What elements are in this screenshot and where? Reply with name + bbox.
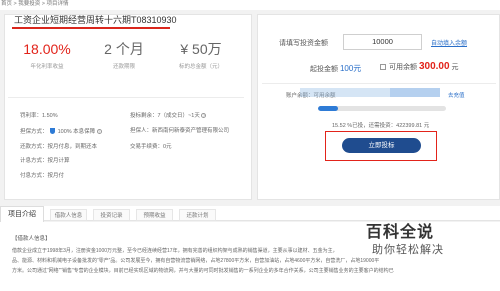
info-guarantee-value: 100% 本息保障	[57, 129, 96, 135]
watermark-subtitle: 助你轻松解决	[372, 244, 444, 256]
stat-total: ¥ 50万 标的总金额（元）	[166, 41, 236, 70]
recharge-link[interactable]: 去充值	[448, 91, 465, 99]
shield-icon	[50, 128, 56, 134]
stat-term-label: 还款期限	[112, 64, 135, 70]
info-guarantor: 担保人：新西南何新泰资产管理有限公司	[130, 128, 230, 134]
section-title: 【借款人信息】	[12, 236, 51, 242]
tab-expected-return[interactable]: 预期收益	[136, 209, 173, 221]
min-invest-label: 起投金额	[310, 66, 338, 73]
invest-progress-fill	[318, 106, 338, 111]
stat-rate-label: 年化利率收益	[30, 64, 64, 70]
info-time-left: 投标剩余：7（成交日）~1天 ?	[130, 113, 207, 120]
info-divider	[8, 97, 244, 98]
balance-label: 可用余额	[389, 64, 417, 71]
breadcrumb: 首页 > 我要投资 > 项目详情	[0, 0, 500, 10]
stat-term-value: 2 个月	[104, 41, 144, 57]
balance-value: 300.00	[418, 61, 450, 72]
title-highlight-underline	[12, 27, 170, 29]
loan-title: 工资企业短期经营周转十六期T08310930	[14, 15, 177, 25]
balance-unit: 元	[451, 64, 459, 71]
stat-rate-value: 18.00%	[23, 41, 71, 57]
info-guarantee-label: 担保方式：	[20, 129, 48, 135]
tab-repay-plan[interactable]: 还款计划	[179, 209, 216, 221]
content-line: 方米。公司通过“网络”“销售”专营的企业模块，目前已经实现区域的物流网，并与大量…	[12, 268, 394, 274]
info-guarantee: 担保方式： 100% 本息保障 ?	[20, 128, 102, 136]
tab-borrower-info[interactable]: 借款人信息	[50, 209, 87, 221]
stat-total-label: 标的总金额（元）	[178, 64, 223, 70]
min-invest-value: 100元	[339, 64, 362, 73]
info-time-left-text: 投标剩余：7（成交日）~1天	[130, 113, 200, 119]
progress-text: 15.52 %已投，还需投资：422399.81 元	[332, 123, 430, 129]
watermark-title: 百科全说	[366, 224, 435, 241]
tab-invest-records[interactable]: 投资记录	[93, 209, 130, 221]
content-line: 品、能源、材料和机械电子设备批发的“零产”品。公司发展至今，拥有自营物流营销网络…	[12, 258, 380, 264]
min-invest: 起投金额 100元	[310, 63, 361, 74]
help-icon[interactable]: ?	[201, 113, 207, 118]
help-icon[interactable]: ?	[96, 129, 102, 134]
amount-input[interactable]: 10000	[343, 34, 422, 50]
info-penalty: 罚利率：1.50%	[20, 113, 58, 119]
tab-project-intro[interactable]: 项目介绍	[0, 206, 44, 222]
amount-label: 请填写投资金额	[279, 40, 328, 47]
invest-now-button[interactable]: 立即投标	[342, 138, 421, 153]
auto-fill-link[interactable]: 自动填入余额	[431, 38, 467, 47]
invest-divider	[262, 83, 496, 84]
stat-total-value: ¥ 50万	[180, 41, 222, 57]
info-pay: 付息方式：按月付	[20, 173, 65, 179]
redaction-mask	[300, 88, 390, 97]
redaction-mask	[390, 88, 440, 97]
stat-rate: 18.00% 年化利率收益	[12, 41, 82, 70]
info-repay: 还款方式：按月付息，到期还本	[20, 144, 98, 150]
info-fee: 交易手续费：0元	[130, 144, 172, 150]
use-balance-checkbox[interactable]	[380, 64, 386, 70]
balance: 可用余额 300.00 元	[389, 61, 459, 72]
stat-term: 2 个月 还款期限	[89, 41, 159, 70]
invest-progress-bar	[318, 106, 446, 111]
content-line: 借款企业成立于1998年3月，注册资金1000万元整，至今已经连续经营17年，拥…	[12, 248, 338, 254]
info-interest: 计息方式：按月计算	[20, 158, 70, 164]
